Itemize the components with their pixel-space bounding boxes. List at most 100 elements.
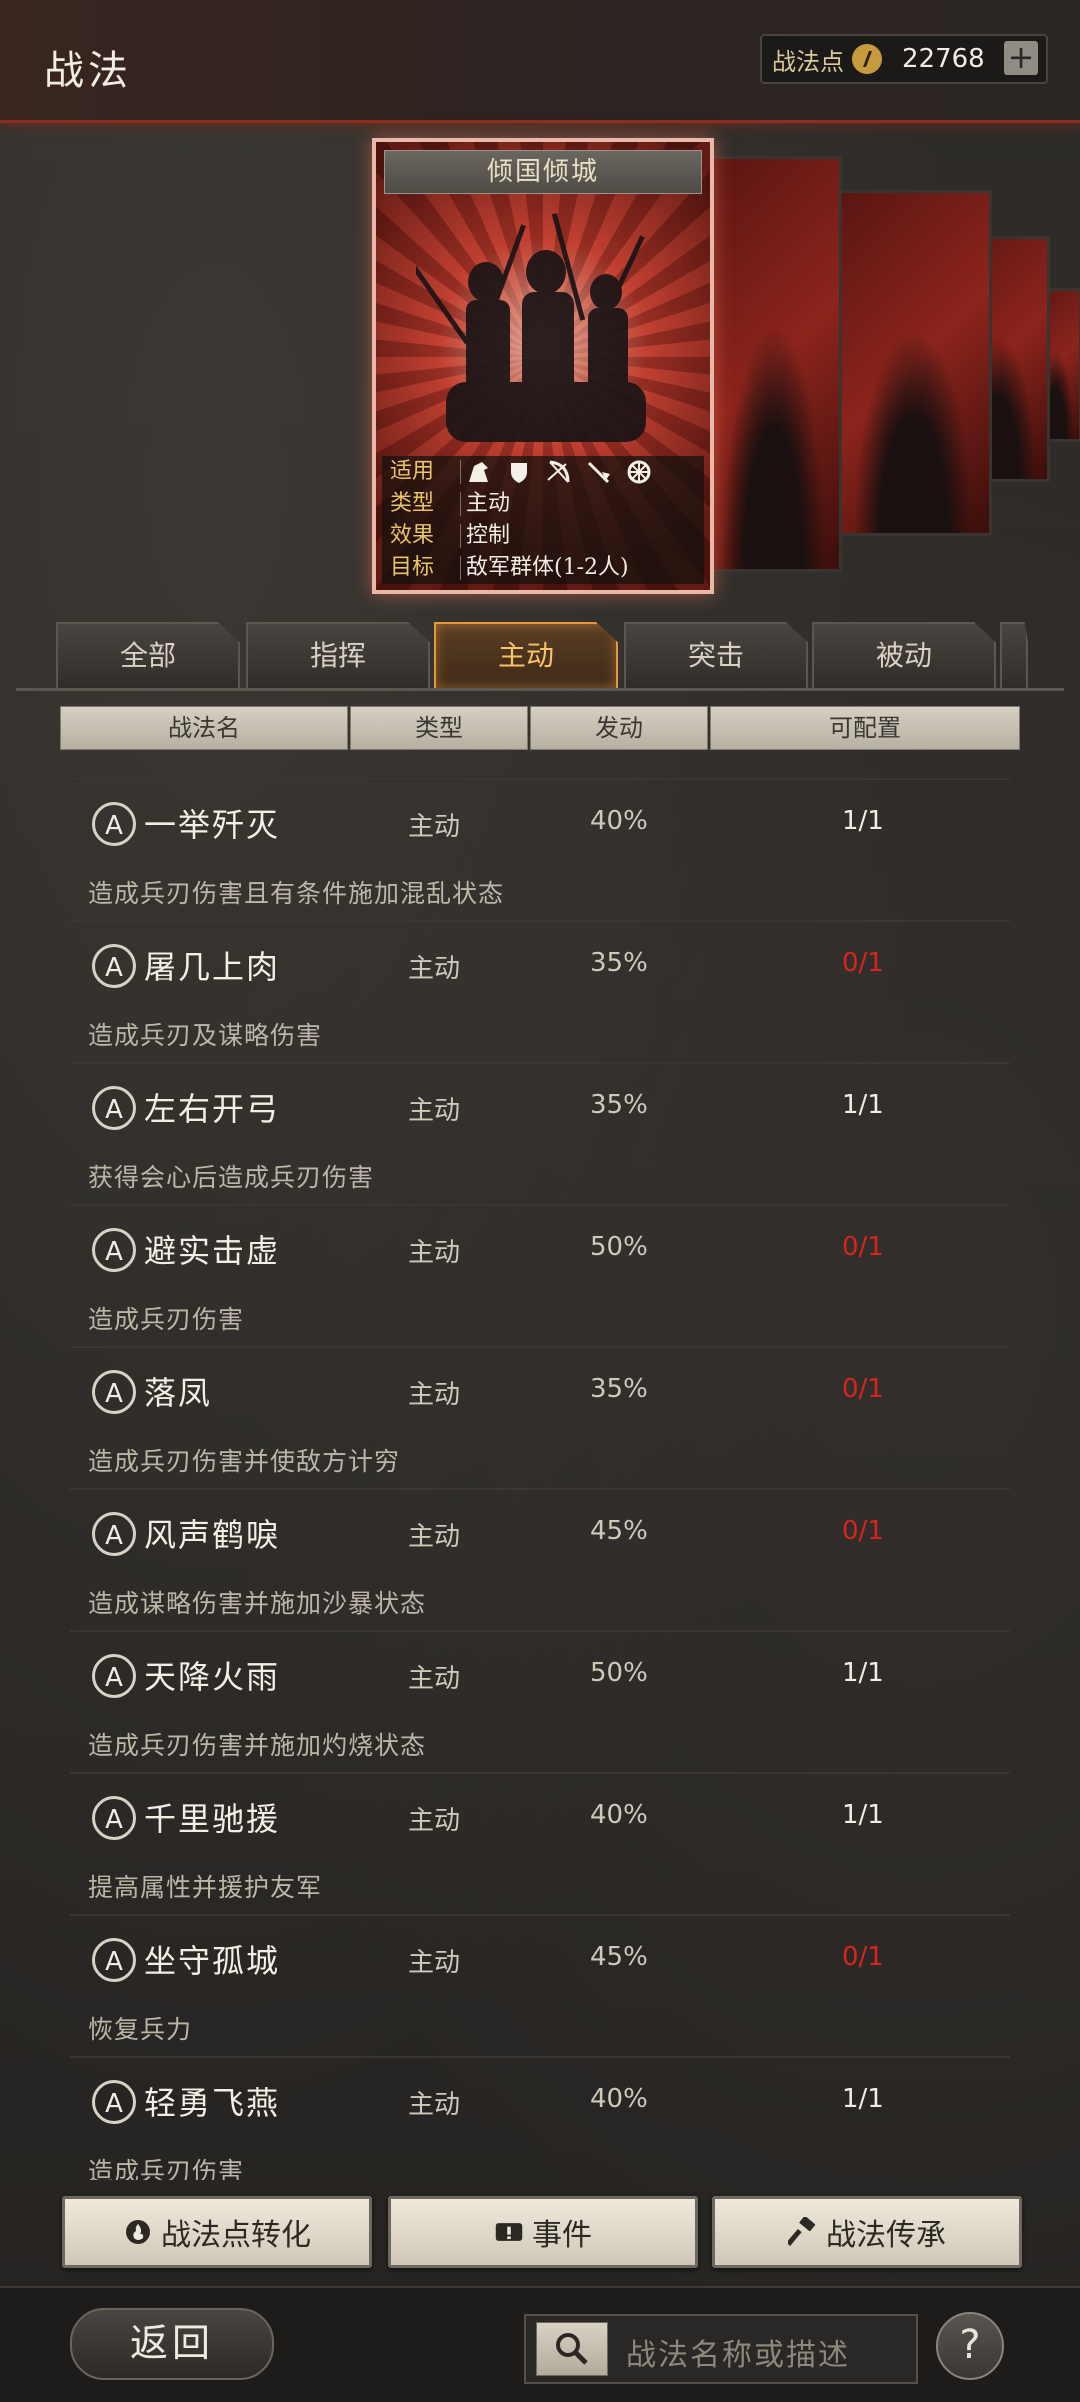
- flame-icon: [123, 2217, 153, 2247]
- skill-type: 主动: [408, 812, 461, 842]
- skill-name: 落凤: [144, 1374, 213, 1412]
- skill-capacity: 0/1: [842, 948, 884, 978]
- skill-row[interactable]: A 一举歼灭 主动 40% 1/1 造成兵刃伤害且有条件施加混乱状态: [70, 778, 1010, 922]
- skill-name: 坐守孤城: [144, 1942, 281, 1980]
- skill-name: 轻勇飞燕: [144, 2084, 281, 2122]
- skill-rate: 50%: [590, 1658, 648, 1688]
- skill-name: 左右开弓: [144, 1090, 281, 1128]
- skill-points-value: 22768: [902, 44, 985, 74]
- tab-active[interactable]: 主动: [434, 622, 618, 690]
- grade-badge: A: [92, 802, 136, 846]
- grade-badge: A: [92, 1370, 136, 1414]
- inherit-skill-button[interactable]: 战法传承: [712, 2196, 1022, 2268]
- spear-icon: [586, 460, 612, 484]
- skill-capacity: 1/1: [842, 1658, 884, 1688]
- bow-icon: [546, 460, 572, 484]
- skill-row[interactable]: A 天降火雨 主动 50% 1/1 造成兵刃伤害并施加灼烧状态: [70, 1630, 1010, 1774]
- skill-capacity: 1/1: [842, 1800, 884, 1830]
- skill-rate: 35%: [590, 1090, 648, 1120]
- skill-capacity: 0/1: [842, 1942, 884, 1972]
- skill-capacity: 1/1: [842, 2084, 884, 2114]
- column-header-name[interactable]: 战法名: [60, 706, 348, 750]
- grade-badge: A: [92, 1512, 136, 1556]
- grade-badge: A: [92, 1796, 136, 1840]
- search-input[interactable]: 战法名称或描述: [524, 2314, 918, 2384]
- skill-capacity: 0/1: [842, 1232, 884, 1262]
- column-header-rate[interactable]: 发动: [530, 706, 708, 750]
- skill-rate: 35%: [590, 1374, 648, 1404]
- convert-points-button[interactable]: 战法点转化: [62, 2196, 372, 2268]
- skill-rate: 50%: [590, 1232, 648, 1262]
- skill-points-display: 战法点 22768 +: [760, 34, 1048, 84]
- skill-capacity: 0/1: [842, 1374, 884, 1404]
- tab-assault[interactable]: 突击: [624, 622, 808, 690]
- cavalry-icon: [466, 460, 492, 484]
- skill-description: 提高属性并援护友军: [88, 1873, 323, 1902]
- search-icon[interactable]: [536, 2322, 608, 2376]
- skill-description: 造成兵刃伤害: [88, 1305, 245, 1334]
- events-button[interactable]: 事件: [388, 2196, 698, 2268]
- skill-description: 造成谋略伤害并施加沙暴状态: [88, 1589, 427, 1618]
- shield-icon: [506, 460, 532, 484]
- skill-description: 造成兵刃伤害并使敌方计穷: [88, 1447, 401, 1476]
- skill-type: 主动: [408, 954, 461, 984]
- grade-badge: A: [92, 1086, 136, 1130]
- skill-description: 恢复兵力: [88, 2015, 193, 2044]
- skill-row[interactable]: A 左右开弓 主动 35% 1/1 获得会心后造成兵刃伤害: [70, 1062, 1010, 1206]
- tab-divider: [16, 688, 1064, 691]
- skill-rate: 45%: [590, 1942, 648, 1972]
- grade-badge: A: [92, 1938, 136, 1982]
- skill-type: 主动: [408, 1522, 461, 1552]
- skill-description: 造成兵刃及谋略伤害: [88, 1021, 323, 1050]
- alert-icon: [494, 2217, 524, 2247]
- skill-type: 主动: [408, 1096, 461, 1126]
- page-title: 战法: [44, 48, 132, 94]
- skill-type: 主动: [408, 1664, 461, 1694]
- skill-row[interactable]: A 轻勇飞燕 主动 40% 1/1 造成兵刃伤害: [70, 2056, 1010, 2180]
- skill-row[interactable]: A 避实击虚 主动 50% 0/1 造成兵刃伤害: [70, 1204, 1010, 1348]
- featured-skill-card[interactable]: 倾国倾城 适用 类型 主动 效果 控制 目标 敌军群体(1-2人): [372, 138, 714, 594]
- skill-points-label: 战法点: [772, 47, 844, 76]
- skill-row[interactable]: A 风声鹤唳 主动 45% 0/1 造成谋略伤害并施加沙暴状态: [70, 1488, 1010, 1632]
- featured-card-back-2[interactable]: [836, 190, 992, 536]
- skill-type: 主动: [408, 1948, 461, 1978]
- skill-name: 屠几上肉: [144, 948, 281, 986]
- skill-type: 主动: [408, 1238, 461, 1268]
- troop-type-icons: [466, 460, 652, 484]
- grade-badge: A: [92, 2080, 136, 2124]
- tab-command[interactable]: 指挥: [246, 622, 430, 690]
- wheel-icon: [626, 460, 652, 484]
- skill-list[interactable]: A 一举歼灭 主动 40% 1/1 造成兵刃伤害且有条件施加混乱状态 A 屠几上…: [70, 778, 1010, 2180]
- coin-icon: [852, 44, 882, 74]
- skill-name: 风声鹤唳: [144, 1516, 281, 1554]
- skill-row[interactable]: A 坐守孤城 主动 45% 0/1 恢复兵力: [70, 1914, 1010, 2058]
- back-button[interactable]: 返回: [70, 2308, 274, 2380]
- skill-row[interactable]: A 落凤 主动 35% 0/1 造成兵刃伤害并使敌方计穷: [70, 1346, 1010, 1490]
- column-header-type[interactable]: 类型: [350, 706, 528, 750]
- skill-type: 主动: [408, 1806, 461, 1836]
- grade-badge: A: [92, 1228, 136, 1272]
- skill-capacity: 1/1: [842, 806, 884, 836]
- add-points-button[interactable]: +: [1004, 41, 1038, 75]
- footer-bar: 返回 战法名称或描述 ?: [0, 2286, 1080, 2402]
- hammer-icon: [788, 2217, 818, 2247]
- skill-capacity: 0/1: [842, 1516, 884, 1546]
- tab-passive[interactable]: 被动: [812, 622, 996, 690]
- skill-row[interactable]: A 千里驰援 主动 40% 1/1 提高属性并援护友军: [70, 1772, 1010, 1916]
- tab-more[interactable]: [1000, 622, 1028, 690]
- help-button[interactable]: ?: [936, 2312, 1004, 2380]
- top-bar: 战法 战法点 22768 +: [0, 0, 1080, 123]
- skill-row[interactable]: A 屠几上肉 主动 35% 0/1 造成兵刃及谋略伤害: [70, 920, 1010, 1064]
- grade-badge: A: [92, 944, 136, 988]
- featured-card-back-1[interactable]: [706, 156, 842, 572]
- skill-capacity: 1/1: [842, 1090, 884, 1120]
- skill-type: 主动: [408, 1380, 461, 1410]
- skill-description: 造成兵刃伤害并施加灼烧状态: [88, 1731, 427, 1760]
- tab-all[interactable]: 全部: [56, 622, 240, 690]
- grade-badge: A: [92, 1654, 136, 1698]
- skill-name: 一举歼灭: [144, 806, 281, 844]
- skill-name: 天降火雨: [144, 1658, 281, 1696]
- search-placeholder: 战法名称或描述: [626, 2338, 850, 2373]
- column-header-capacity[interactable]: 可配置: [710, 706, 1020, 750]
- warriors-silhouette: [416, 213, 646, 442]
